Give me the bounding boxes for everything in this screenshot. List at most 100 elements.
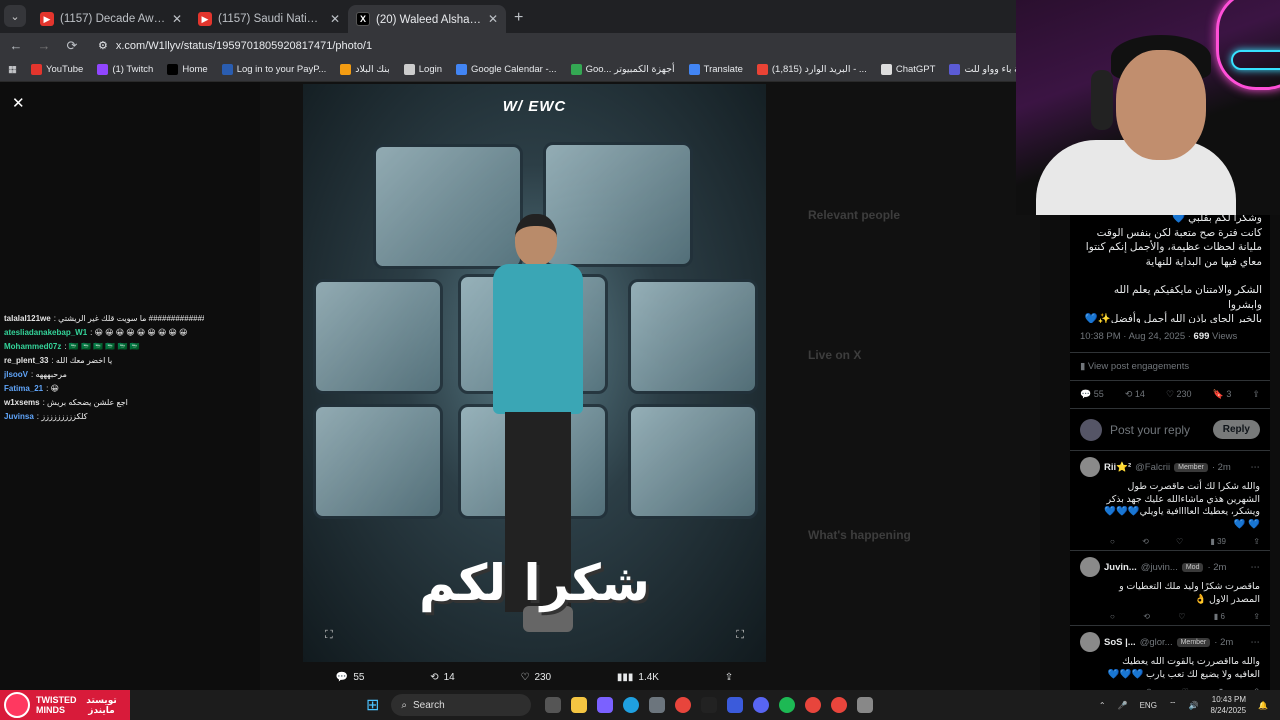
windows-start-icon[interactable]: ⊞ [366,695,379,715]
bookmark-item[interactable]: ChatGPT [880,64,935,75]
chat-text: : مرحبهههه [31,370,67,379]
wifi-icon[interactable]: ⌔ [1169,700,1177,710]
tweet-text-line: كانت فترة صح متعبة لكن بنفس الوقت [1096,226,1262,239]
close-photo-icon[interactable]: ✕ [12,94,25,112]
reply-author-handle[interactable]: @glor... [1140,637,1173,648]
heart-icon[interactable]: ♡ [1178,612,1185,621]
avatar[interactable] [1080,457,1100,477]
edge-icon[interactable] [623,697,640,713]
like-button[interactable]: ♡ 230 [520,672,551,683]
spotify-icon[interactable] [779,697,796,713]
bookmark-item[interactable]: بنك البلاد [340,64,390,75]
expand-icon[interactable]: ⛶ [736,629,744,642]
bookmark-item[interactable]: (1) Twitch [97,64,153,75]
reply-author-handle[interactable]: @Falcrii [1135,462,1170,473]
clock[interactable]: 10:43 PM 8/24/2025 [1210,694,1246,716]
bookmark-item[interactable]: Login [403,64,442,75]
chrome-icon[interactable] [675,697,692,713]
speaker-icon[interactable]: 🔊 [1188,701,1198,710]
close-tab-icon[interactable]: ✕ [330,12,340,26]
bookmark-item[interactable]: Translate [688,64,743,75]
language-indicator[interactable]: ENG [1140,701,1157,710]
reply-button[interactable]: 💬 55 [336,672,365,683]
forward-icon[interactable]: → [32,38,56,53]
file-explorer-icon[interactable] [571,697,588,713]
bookmark-favicon-icon [949,64,961,75]
engagements-label: View post engagements [1087,361,1190,372]
more-options-icon[interactable]: ⋯ [1251,462,1261,473]
more-options-icon[interactable]: ⋯ [1251,637,1261,648]
heart-icon[interactable]: ♡ [1176,537,1183,546]
share-button[interactable]: ⇪ [725,672,733,683]
close-tab-icon[interactable]: ✕ [488,12,498,26]
views-button[interactable]: ▮▮▮ 1.4K [617,672,659,683]
avatar[interactable] [1080,632,1100,652]
reload-icon[interactable]: ⟳ [60,38,84,54]
view-engagements-link[interactable]: ▮ View post engagements [1070,353,1270,381]
browser-tab[interactable]: X (20) Waleed Alshamali 🩷 on X ✕ [348,5,506,33]
share-icon[interactable]: ⇪ [1252,389,1260,400]
bookmark-item[interactable]: Google Calendar -... [456,64,557,75]
reply-text: ماقصرت شكرًا وليد ملك التعطيات و المصدر … [1119,581,1260,605]
reply-author-name[interactable]: SoS |... [1104,637,1136,648]
reply-input[interactable]: Post your reply [1110,423,1213,437]
browser-tab[interactable]: ▶ (1157) Saudi National Team ✕ [190,5,348,33]
youtube-icon: ▶ [198,12,212,26]
new-tab-button[interactable]: + [514,9,523,27]
reply-badge: Member [1174,462,1208,472]
views-button[interactable]: ▮ 39 [1210,537,1226,546]
tab-search-button[interactable]: ⌄ [4,5,26,27]
repost-button[interactable]: ⟲ 14 [430,672,455,683]
back-icon[interactable]: ← [4,38,28,53]
app-icon[interactable] [727,697,744,713]
close-tab-icon[interactable]: ✕ [172,12,182,26]
like-button[interactable]: ♡ 230 [1166,389,1192,400]
repost-icon[interactable]: ⟲ [1142,537,1149,546]
more-options-icon[interactable]: ⋯ [1251,562,1261,573]
expand-icon[interactable]: ⛶ [325,629,333,642]
views-button[interactable]: ▮ 6 [1214,612,1225,621]
reply-icon[interactable]: ○ [1110,537,1115,546]
reply-item[interactable]: Rii⭐² @Falcrii Member · 2m ⋯ والله شكرا … [1070,451,1270,551]
discord-icon[interactable] [753,697,770,713]
share-icon[interactable]: ⇪ [1253,537,1260,546]
bookmark-button[interactable]: 🔖 3 [1213,389,1232,400]
bookmark-item[interactable]: YouTube [30,64,83,75]
task-view-icon[interactable] [545,697,562,713]
chrome-icon[interactable] [805,697,822,713]
app-icon[interactable] [701,697,718,713]
copilot-icon[interactable] [597,697,614,713]
reply-author-handle[interactable]: @juvin... [1141,562,1178,573]
bookmark-item[interactable]: Goo... أجهزة الكمبيوتر [570,64,675,75]
tweet-text-line: بالخبر الجاي بإذن الله أجمل وأفضل✨💙 [1084,313,1262,323]
reply-item[interactable]: Juvin... @juvin... Mod · 2m ⋯ ماقصرت شكر… [1070,551,1270,626]
microphone-icon[interactable]: 🎤 [1118,701,1128,710]
whats-happening-heading: What's happening [808,528,911,542]
chat-message: w1xsems: اجع علشن يضحكه بريش [4,396,204,410]
repost-button[interactable]: ⟲ 14 [1125,389,1145,400]
browser-tab[interactable]: ▶ (1157) Decade Awards - Esports ✕ [32,5,190,33]
reply-author-name[interactable]: Juvin... [1104,562,1137,573]
bookmark-item[interactable]: Log in to your PayP... [221,64,326,75]
tweet-detail-panel: وشكرا لكم بقلبي 💙 كانت فترة صح متعبة لكن… [1070,215,1270,701]
reply-button[interactable]: 💬 55 [1080,389,1104,400]
bookmark-item[interactable]: مؤسسة باء وواو للت... [949,64,1020,75]
apps-icon[interactable]: ▦ [8,64,17,75]
url-field[interactable]: ⚙ x.com/W1llyv/status/195970180592081747… [98,39,372,53]
bookmark-item[interactable]: (1,815) البريد الوارد - ... [756,64,867,75]
avatar[interactable] [1080,557,1100,577]
chevron-up-icon[interactable]: ⌃ [1099,701,1106,710]
taskbar-search[interactable]: ⌕ Search [391,694,532,716]
notifications-icon[interactable]: 🔔 [1258,701,1268,710]
reply-icon[interactable]: ○ [1110,612,1115,621]
app-icon[interactable] [857,697,874,713]
chat-username: Mohammed07z [4,342,62,351]
repost-icon[interactable]: ⟲ [1143,612,1150,621]
site-info-icon[interactable]: ⚙ [98,39,108,52]
reply-author-name[interactable]: Rii⭐² [1104,462,1131,473]
photos-icon[interactable] [649,697,666,713]
bookmark-item[interactable]: Home [167,64,208,75]
share-icon[interactable]: ⇪ [1253,612,1260,621]
chrome-icon[interactable] [831,697,848,713]
reply-submit-button[interactable]: Reply [1212,420,1260,439]
